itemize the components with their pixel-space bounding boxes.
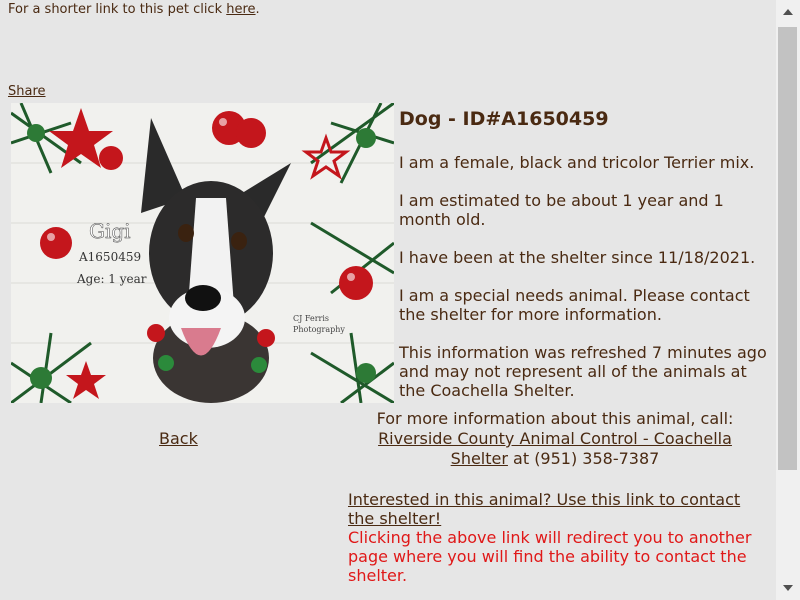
back-link[interactable]: Back (159, 429, 198, 448)
redirect-note: Clicking the above link will redirect yo… (348, 528, 752, 585)
photo-caption-age: Age: 1 year (76, 272, 147, 286)
animal-age: I am estimated to be about 1 year and 1 … (399, 191, 724, 229)
photo-caption-id: A1650459 (78, 250, 141, 264)
contact-intro: For more information about this animal, … (376, 409, 734, 428)
animal-title: Dog - ID#A1650459 (399, 108, 609, 130)
scrollbar-thumb[interactable] (778, 27, 797, 470)
animal-info: Dog - ID#A1650459 I am a female, black a… (399, 107, 774, 419)
scroll-up-arrow-icon[interactable] (776, 0, 800, 24)
shelter-phone: at (951) 358-7387 (507, 449, 660, 468)
contact-info: For more information about this animal, … (350, 409, 760, 469)
contact-line: Riverside County Animal Control - Coache… (350, 429, 760, 469)
shorter-link-here[interactable]: here (226, 2, 255, 17)
photo-credit-2: Photography (293, 325, 345, 334)
share-link[interactable]: Share (8, 84, 46, 99)
pet-photo: Gigi A1650459 Age: 1 year CJ Ferris Phot… (11, 103, 394, 403)
photo-credit-1: CJ Ferris (293, 314, 329, 323)
shorter-link-line: For a shorter link to this pet click her… (8, 2, 260, 17)
info-refreshed: This information was refreshed 7 minutes… (399, 343, 767, 400)
contact-shelter-link[interactable]: Interested in this animal? Use this link… (348, 490, 740, 528)
shorter-link-text: For a shorter link to this pet click (8, 2, 227, 17)
shorter-link-suffix: . (255, 2, 260, 17)
photo-caption-name: Gigi (89, 219, 131, 243)
pet-photo-graphic: Gigi A1650459 Age: 1 year CJ Ferris Phot… (11, 103, 394, 403)
vertical-scrollbar[interactable] (776, 0, 800, 600)
interest-section: Interested in this animal? Use this link… (348, 490, 758, 585)
scroll-down-arrow-icon[interactable] (776, 576, 800, 600)
animal-special-needs: I am a special needs animal. Please cont… (399, 286, 750, 324)
animal-description: I am a female, black and tricolor Terrie… (399, 153, 755, 172)
animal-shelter-since: I have been at the shelter since 11/18/2… (399, 248, 756, 267)
